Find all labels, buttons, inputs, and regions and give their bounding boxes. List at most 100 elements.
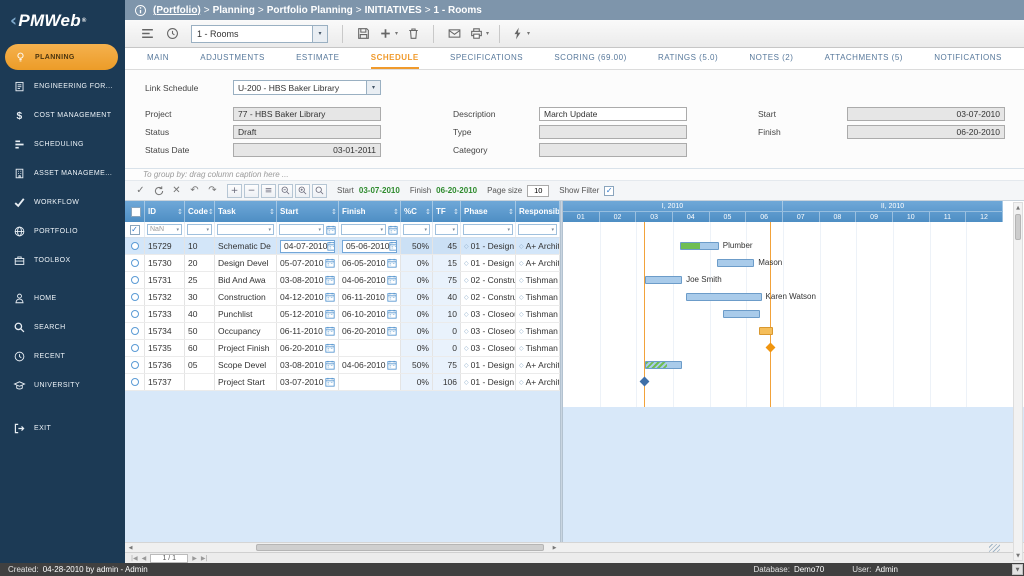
first-page-button[interactable]: |◀ <box>131 555 138 562</box>
filter-input[interactable]: ▾ <box>403 224 430 235</box>
select-all-checkbox[interactable] <box>131 206 141 217</box>
select-all-header[interactable] <box>125 201 145 222</box>
sort-icon[interactable]: ↕ <box>208 208 214 216</box>
zoom-in-button[interactable] <box>295 183 310 198</box>
redo-button[interactable]: ↷ <box>205 183 220 198</box>
column-header-code[interactable]: Code ↕ <box>185 201 215 222</box>
gantt-bar[interactable] <box>680 242 719 250</box>
breadcrumb-item[interactable]: INITIATIVES <box>365 5 422 16</box>
sidebar-item-search[interactable]: SEARCH <box>0 313 125 342</box>
row-selector-cell[interactable] <box>125 323 145 339</box>
row-selector-cell[interactable] <box>125 255 145 271</box>
table-row[interactable]: 15734 50 Occupancy 06-11-2010 06-20-2010 0% 0 ◇… <box>125 323 560 340</box>
status-field[interactable] <box>233 125 381 139</box>
table-row[interactable]: 15735 60 Project Finish 06-20-2010 0% 0 ◇ 03 - … <box>125 340 560 357</box>
mail-button[interactable] <box>444 23 464 45</box>
tab-notifications[interactable]: NOTIFICATIONS <box>934 48 1002 69</box>
cell-finish[interactable]: 06-11-2010 <box>339 289 401 305</box>
row-selector-cell[interactable] <box>125 374 145 390</box>
category-field[interactable] <box>539 143 687 157</box>
sidebar-item-portfolio[interactable]: PORTFOLIO <box>0 217 125 246</box>
calendar-icon[interactable] <box>325 309 335 319</box>
row-selector-cell[interactable] <box>125 289 145 305</box>
calendar-icon[interactable] <box>387 326 397 336</box>
sort-icon[interactable]: ↕ <box>331 208 337 216</box>
calendar-icon[interactable] <box>387 275 397 285</box>
cell-finish[interactable] <box>339 340 401 356</box>
calendar-icon[interactable] <box>389 241 396 251</box>
sidebar-item-recent[interactable]: RECENT <box>0 342 125 371</box>
tab-estimate[interactable]: ESTIMATE <box>296 48 339 69</box>
scroll-left-icon[interactable]: ◀ <box>125 543 136 552</box>
page-scroll-corner[interactable]: ▼ <box>1012 564 1023 575</box>
sort-icon[interactable]: ↕ <box>425 208 431 216</box>
scroll-up-icon[interactable]: ▲ <box>1014 203 1022 212</box>
table-row[interactable]: 15736 05 Scope Devel 03-08-2010 04-06-2010 50… <box>125 357 560 374</box>
gantt-bar[interactable] <box>723 310 761 318</box>
sort-icon[interactable]: ↕ <box>269 208 275 216</box>
workflow-button[interactable]: ▾ <box>510 23 530 45</box>
cell-finish[interactable]: 06-10-2010 <box>339 306 401 322</box>
show-filter-checkbox[interactable]: ✓ <box>604 185 615 196</box>
table-row[interactable]: 15730 20 Design Devel 05-07-2010 06-05-2010 0… <box>125 255 560 272</box>
gantt-bar[interactable] <box>686 293 762 301</box>
type-field[interactable] <box>539 125 687 139</box>
filter-input[interactable]: ▾ <box>341 224 386 235</box>
pmweb-logo[interactable]: ‹ PMWeb ® <box>0 0 125 42</box>
sidebar-item-cost-management[interactable]: $ COST MANAGEMENT <box>0 101 125 130</box>
calendar-icon[interactable] <box>325 258 335 268</box>
cell-start[interactable]: 04-07-2010 <box>277 238 339 254</box>
horizontal-scroll-thumb[interactable] <box>256 544 544 551</box>
record-selector[interactable]: 1 - Rooms ▾ <box>191 24 328 43</box>
filter-input[interactable]: ▾ <box>435 224 458 235</box>
column-header-c[interactable]: %C ↕ <box>401 201 433 222</box>
calendar-icon[interactable] <box>325 275 335 285</box>
calendar-icon[interactable] <box>327 241 334 251</box>
cell-start[interactable]: 04-12-2010 <box>277 289 339 305</box>
resize-grip[interactable] <box>989 544 1000 552</box>
gantt-bar[interactable] <box>644 361 683 369</box>
vertical-scrollbar[interactable]: ▲ ▼ <box>1013 202 1023 561</box>
filter-input[interactable]: ▾ <box>187 224 212 235</box>
cell-start[interactable]: 05-07-2010 <box>277 255 339 271</box>
column-header-tf[interactable]: TF ↕ <box>433 201 461 222</box>
start-field[interactable] <box>847 107 1005 121</box>
column-header-id[interactable]: ID ↕ <box>145 201 185 222</box>
refresh-button[interactable] <box>151 183 166 198</box>
cell-start[interactable]: 03-08-2010 <box>277 272 339 288</box>
sidebar-item-workflow[interactable]: WORKFLOW <box>0 188 125 217</box>
status-date-field[interactable] <box>233 143 381 157</box>
sort-icon[interactable]: ↕ <box>393 208 399 216</box>
breadcrumb-item[interactable]: (Portfolio) <box>153 5 201 16</box>
filter-input[interactable]: ▾ <box>217 224 274 235</box>
gantt-milestone[interactable] <box>639 376 650 387</box>
tab-specifications[interactable]: SPECIFICATIONS <box>450 48 523 69</box>
grid-splitter[interactable] <box>560 201 563 542</box>
apply-button[interactable]: ✓ <box>133 183 148 198</box>
filter-input[interactable]: ▾ <box>279 224 324 235</box>
column-header-phase[interactable]: Phase ↕ <box>461 201 516 222</box>
cell-finish[interactable]: 04-06-2010 <box>339 357 401 373</box>
cell-start[interactable]: 03-08-2010 <box>277 357 339 373</box>
rows-button[interactable]: ≡ <box>261 183 276 198</box>
zoom-button[interactable] <box>312 183 327 198</box>
sidebar-item-exit[interactable]: EXIT <box>0 414 125 443</box>
calendar-icon[interactable] <box>325 360 335 370</box>
description-field[interactable] <box>539 107 687 121</box>
row-selector-cell[interactable] <box>125 238 145 254</box>
date-editor[interactable]: 04-07-2010 <box>280 239 335 253</box>
add-button[interactable]: ▾ <box>378 23 398 45</box>
page-indicator[interactable] <box>150 553 189 563</box>
calendar-icon[interactable] <box>387 292 397 302</box>
sidebar-item-university[interactable]: UNIVERSITY <box>0 371 125 400</box>
calendar-icon[interactable] <box>388 225 398 235</box>
cell-finish[interactable]: 04-06-2010 <box>339 272 401 288</box>
sort-icon[interactable]: ↕ <box>453 208 459 216</box>
print-button[interactable]: ▾ <box>469 23 489 45</box>
cell-start[interactable]: 03-07-2010 <box>277 374 339 390</box>
table-row[interactable]: 15737 Project Start 03-07-2010 0% 106 ◇ 01 - D… <box>125 374 560 391</box>
delete-button[interactable] <box>403 23 423 45</box>
collapse-button[interactable]: − <box>244 183 259 198</box>
gantt-bar[interactable] <box>717 259 755 267</box>
tab-adjustments[interactable]: ADJUSTMENTS <box>200 48 265 69</box>
